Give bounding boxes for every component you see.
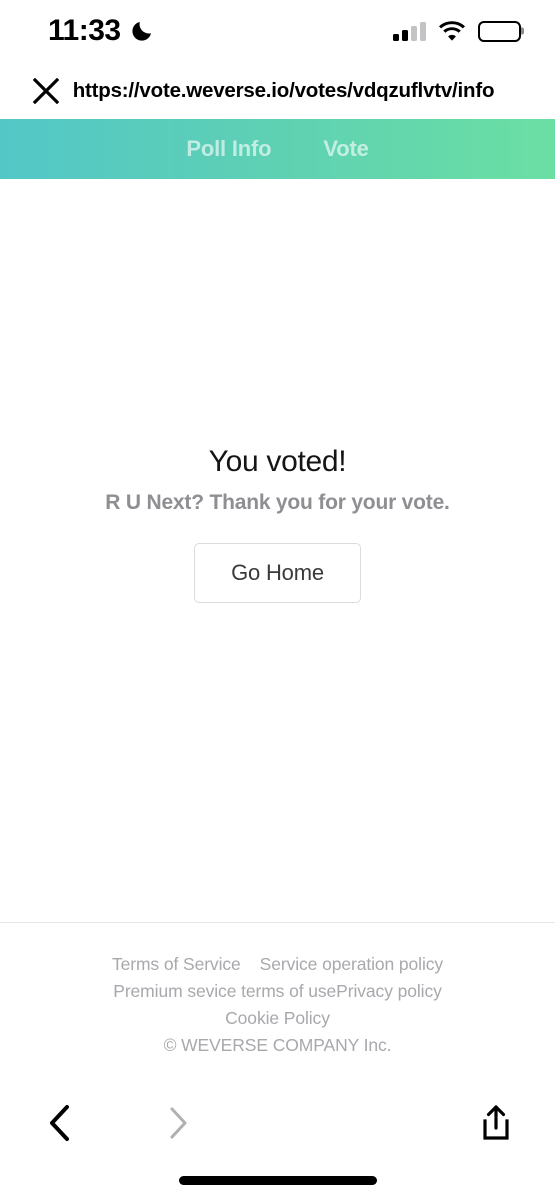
footer-row-3: Cookie Policy [225,1005,330,1032]
battery-icon [478,20,521,42]
status-bar: 11:33 [0,0,555,62]
back-button[interactable] [28,1092,90,1154]
voted-title: You voted! [208,445,347,479]
status-bar-left: 11:33 [48,16,154,46]
footer-link-cookie-policy[interactable]: Cookie Policy [225,1005,330,1032]
close-button[interactable] [20,65,72,117]
browser-toolbar [0,1085,555,1160]
url-text[interactable]: https://vote.weverse.io/votes/vdqzuflvtv… [72,79,535,103]
tab-poll-info[interactable]: Poll Info [186,138,271,160]
status-bar-time: 11:33 [48,14,121,47]
browser-window: 11:33 https://vote.weverse.io/votes/vdqz… [0,0,555,1200]
cellular-signal-icon [393,21,426,41]
footer: Terms of Service Service operation polic… [0,921,555,1085]
forward-button[interactable] [148,1092,210,1154]
chevron-right-icon [170,1107,187,1138]
footer-link-service-operation-policy[interactable]: Service operation policy [260,951,444,978]
footer-copyright: © WEVERSE COMPANY Inc. [163,1034,392,1055]
footer-row-1: Terms of Service Service operation polic… [112,951,443,978]
status-bar-right [393,20,521,42]
footer-link-terms-of-service[interactable]: Terms of Service [112,951,241,978]
go-home-button[interactable]: Go Home [194,543,361,604]
chevron-left-icon [50,1104,69,1141]
crescent-moon-icon [131,22,151,41]
tab-bar: Poll Info Vote [0,119,555,179]
home-indicator[interactable] [178,1175,377,1185]
share-icon [483,1104,509,1140]
footer-row-2: Premium sevice terms of use Privacy poli… [113,978,442,1005]
wifi-icon [439,21,465,41]
home-indicator-area [0,1160,555,1200]
url-bar: https://vote.weverse.io/votes/vdqzuflvtv… [0,62,555,119]
footer-link-privacy-policy[interactable]: Privacy policy [336,978,442,1005]
close-icon [33,77,59,104]
main-content: You voted! R U Next? Thank you for your … [0,179,555,922]
voted-subtitle: R U Next? Thank you for your vote. [105,491,450,515]
tab-vote[interactable]: Vote [323,138,368,160]
share-button[interactable] [465,1092,527,1154]
footer-link-premium-service-terms[interactable]: Premium sevice terms of use [113,978,336,1005]
